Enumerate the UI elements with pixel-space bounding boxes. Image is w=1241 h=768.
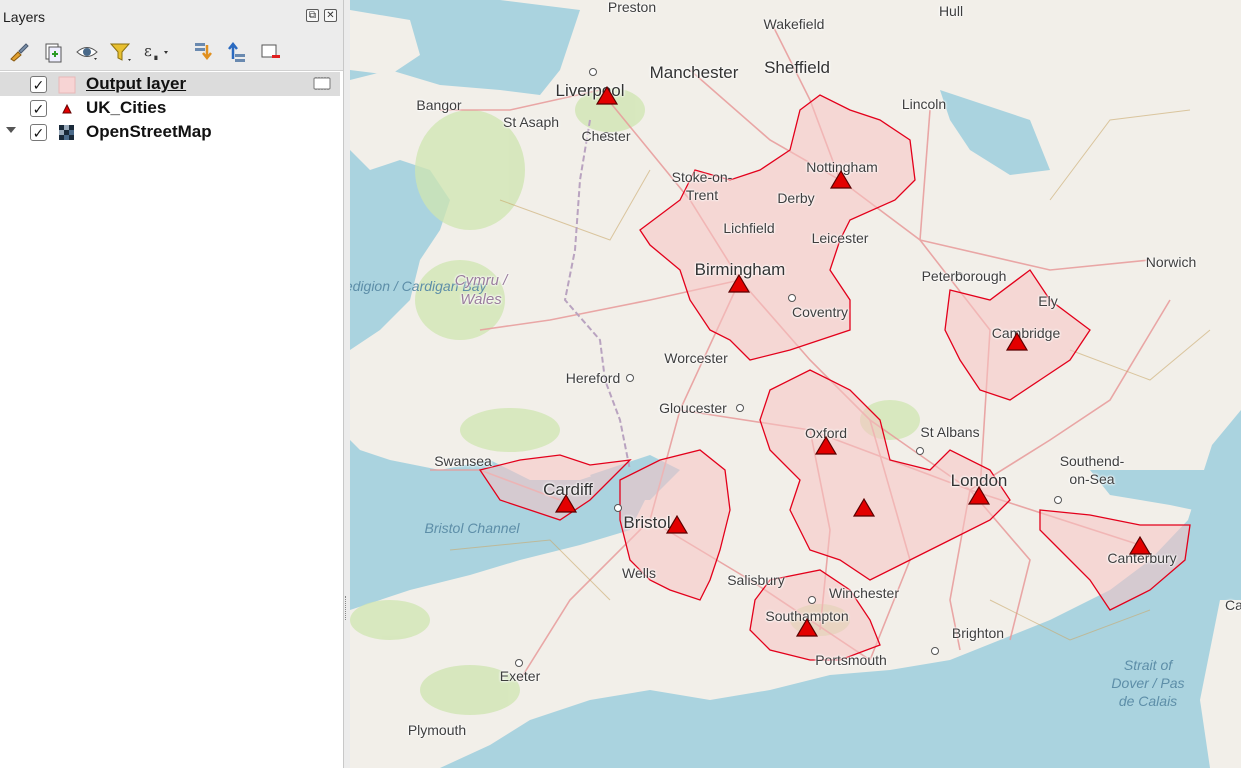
town-label: Bangor: [416, 97, 462, 113]
town-label: St Asaph: [502, 114, 560, 130]
town-dot: [788, 294, 796, 302]
panel-title: Layers: [3, 9, 46, 25]
town-label: Leicester: [811, 230, 869, 246]
town-label: Canterbury: [1107, 550, 1177, 566]
town-label: Gloucester: [659, 400, 727, 416]
expression-filter-icon[interactable]: ε ∎: [142, 39, 168, 65]
town-label: Swansea: [434, 453, 492, 469]
toolbar-divider: [0, 70, 343, 71]
city-label-london: London: [950, 471, 1008, 490]
city-label-bristol: Bristol: [623, 513, 671, 532]
town-label: Portsmouth: [815, 652, 887, 668]
expand-all-icon[interactable]: [190, 39, 216, 65]
town-dot: [916, 447, 924, 455]
town-label: Norwich: [1145, 254, 1197, 270]
city-label-manchester: Manchester: [649, 63, 739, 82]
panel-titlebar: Layers ⧉ ✕: [0, 0, 343, 34]
town-label: Exeter: [499, 668, 541, 684]
town-dot: [808, 596, 816, 604]
town-label: Wells: [622, 565, 656, 581]
water-label-strait-of-dover: Strait of Dover / Pas de Calais: [1111, 657, 1185, 709]
splitter-grip[interactable]: [345, 596, 348, 620]
close-panel-button[interactable]: ✕: [324, 9, 337, 22]
layers-toolbar: ε ∎: [0, 34, 343, 70]
town-label: Salisbury: [727, 572, 785, 588]
town-label: Southend-on-Sea: [1059, 453, 1125, 487]
layer-visibility-checkbox[interactable]: ✓: [30, 100, 47, 117]
town-label: Ca: [1225, 597, 1241, 613]
style-brush-icon[interactable]: [6, 39, 32, 65]
town-label: Brighton: [951, 625, 1005, 641]
town-label: Hull: [938, 3, 964, 19]
town-label: Wakefield: [763, 16, 825, 32]
expand-chevron-icon[interactable]: [6, 127, 16, 133]
land-france: [1200, 600, 1241, 768]
town-label: Southampton: [765, 608, 849, 624]
polygon-symbol-icon: [58, 76, 76, 94]
raster-layer-icon: [58, 124, 76, 142]
city-label-cardiff: Cardiff: [543, 480, 593, 499]
town-label: Lincoln: [901, 96, 947, 112]
layer-row-output-layer[interactable]: ✓ Output layer: [0, 72, 340, 96]
city-label-sheffield: Sheffield: [764, 58, 830, 77]
map-canvas[interactable]: Bae Ceredigion / Cardigan Bay Bristol Ch…: [350, 0, 1241, 768]
layer-name: UK_Cities: [86, 98, 167, 117]
layers-panel: Layers ⧉ ✕ ε ∎ ✓ Output layer ✓ UK_Citie…: [0, 0, 344, 768]
town-label: Nottingham: [806, 159, 878, 175]
filter-icon[interactable]: [108, 39, 134, 65]
land-anglesey: [350, 10, 420, 75]
layer-row-uk-cities[interactable]: ✓ UK_Cities: [0, 96, 340, 120]
town-label: Cambridge: [991, 325, 1061, 341]
basemap-openstreetmap: [350, 0, 1241, 768]
collapse-all-icon[interactable]: [224, 39, 250, 65]
town-label: Preston: [607, 0, 657, 15]
svg-text:ε: ε: [144, 42, 152, 60]
town-dot: [626, 374, 634, 382]
city-label-birmingham: Birmingham: [694, 260, 786, 279]
town-dot: [736, 404, 744, 412]
town-label: Lichfield: [723, 220, 775, 236]
town-label: Worcester: [664, 350, 728, 366]
town-label: Plymouth: [407, 722, 467, 738]
visibility-eye-icon[interactable]: [74, 39, 100, 65]
town-label: Hereford: [565, 370, 621, 386]
red-triangle-symbol-icon: [58, 100, 76, 118]
town-label: Winchester: [828, 585, 900, 601]
layer-row-openstreetmap[interactable]: ✓ OpenStreetMap: [0, 120, 340, 144]
layer-name: OpenStreetMap: [86, 122, 212, 141]
town-dot: [1054, 496, 1062, 504]
layer-visibility-checkbox[interactable]: ✓: [30, 124, 47, 141]
town-dot: [931, 647, 939, 655]
svg-text:∎: ∎: [153, 53, 159, 63]
float-panel-button[interactable]: ⧉: [306, 9, 319, 22]
town-label: St Albans: [920, 424, 980, 440]
town-label: Oxford: [804, 425, 848, 441]
town-label: Ely: [1038, 293, 1058, 309]
town-dot: [589, 68, 597, 76]
town-dot: [515, 659, 523, 667]
town-label: Coventry: [791, 304, 849, 320]
town-label: Stoke-on-Trent: [671, 169, 733, 203]
layer-visibility-checkbox[interactable]: ✓: [30, 76, 47, 93]
city-label-liverpool: Liverpool: [555, 81, 625, 100]
town-label: Derby: [777, 190, 815, 206]
town-label: Peterborough: [921, 268, 1007, 284]
add-group-icon[interactable]: [40, 39, 66, 65]
temporary-layer-indicator-icon[interactable]: [313, 76, 331, 91]
layer-name: Output layer: [86, 74, 187, 93]
remove-layer-icon[interactable]: [258, 39, 284, 65]
water-label-bristol-channel: Bristol Channel: [424, 520, 520, 536]
town-label: Chester: [581, 128, 631, 144]
town-dot: [614, 504, 622, 512]
region-label-wales: Cymru / Wales: [454, 272, 508, 308]
